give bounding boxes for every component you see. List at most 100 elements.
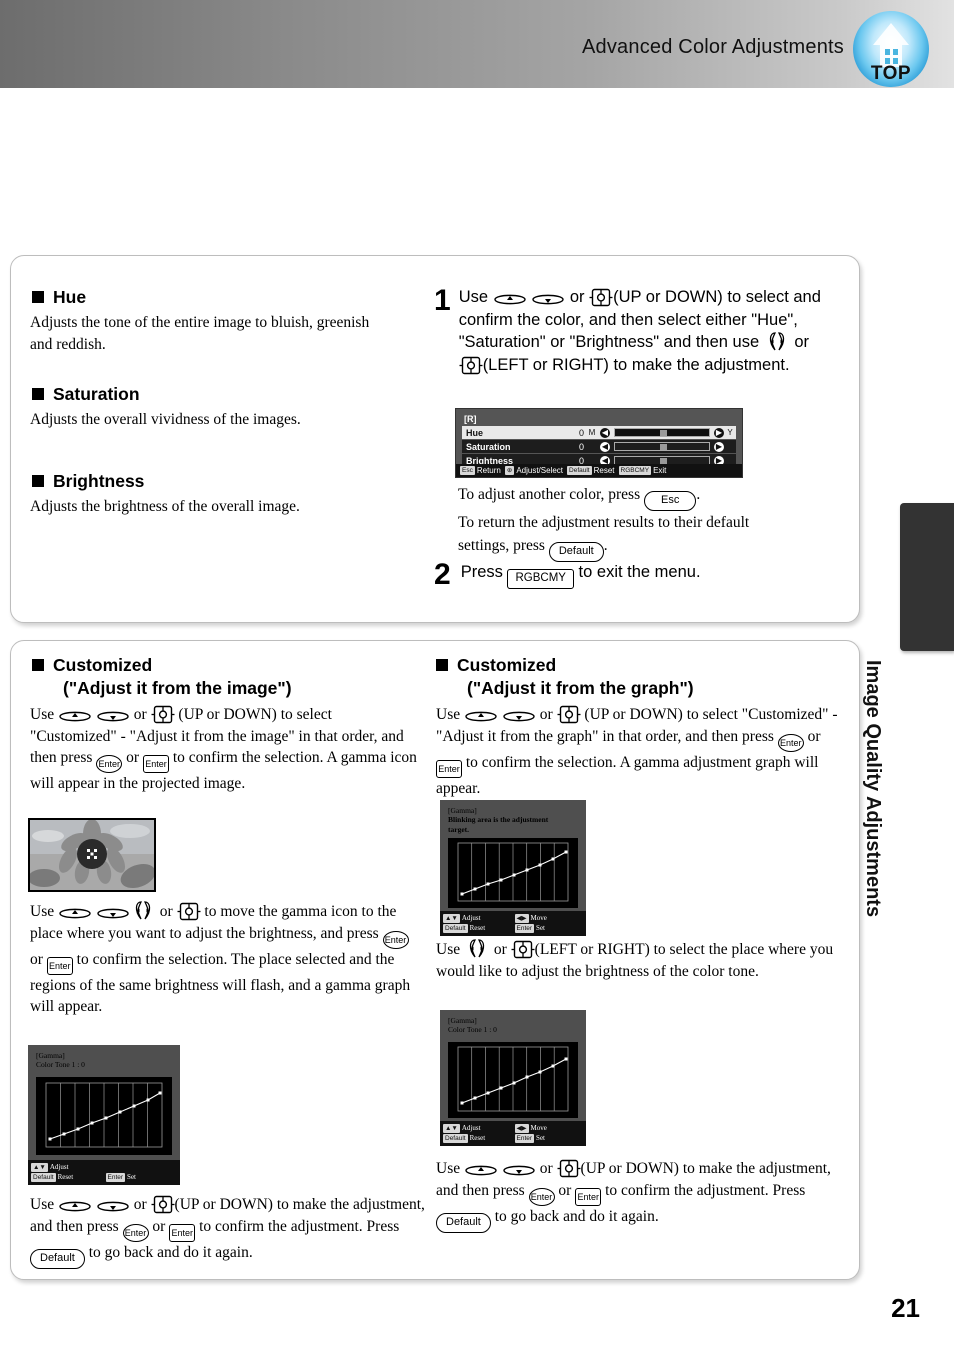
remote-up-button-icon[interactable] [493,292,527,307]
enter-projector-key-icon[interactable]: Enter [575,1187,602,1206]
projector-dpad-leftright-icon[interactable] [511,940,535,959]
gamma-status-set: Enter Set [105,1172,178,1182]
projector-dpad-updown-icon[interactable] [151,705,175,724]
gamma-curve-chart [457,842,569,902]
gamma-status-label: Adjust [49,1163,69,1172]
remote-left-right-button-icon[interactable] [764,331,790,352]
remote-up-button-icon[interactable] [58,1199,92,1214]
enter-remote-key-icon[interactable]: Enter [96,755,123,774]
projector-dpad-updown-icon[interactable] [151,1195,175,1214]
osd-status-label: Adjust/Select [516,465,564,475]
heading-line-1: Customized [53,655,153,675]
heading-line-1: Customized [457,655,557,675]
gamma-graph [448,838,578,908]
dpad-key-tag: ⊕ [504,465,515,475]
osd-row-saturation[interactable]: Saturation 0 ◀ ▶ [462,440,736,453]
square-bullet-icon [436,659,448,671]
remote-down-button-icon[interactable] [96,1199,130,1214]
section-heading-brightness: Brightness [32,470,144,493]
top-badge[interactable]: TOP [853,11,929,87]
osd-status-bar: Esc Return ⊕ Adjust/Select Default Reset… [456,463,742,477]
page-title: Advanced Color Adjustments [581,36,844,58]
remote-left-right-button-icon[interactable] [130,900,156,921]
gamma-status-label: Set [127,1173,136,1182]
gamma-title-line-1: [Gamma] [448,1016,477,1025]
osd-status-reset: Default Reset [567,465,615,475]
p2-d: or [30,950,43,968]
g1-e: to confirm the selection. [465,753,617,771]
osd-status-label: Return [476,465,501,475]
heading-block: Customized ("Adjust it from the image") [53,654,292,701]
remote-down-button-icon[interactable] [96,709,130,724]
default-key-button[interactable]: Default [30,1248,85,1269]
updown-key-tag: ▲▼ [31,1162,48,1172]
gamma-status-row-1: ▲▼ Adjust ◀▶ Move [443,1123,583,1133]
osd-slider-knob[interactable] [660,444,668,450]
gamma-status-adjust: ▲▼ Adjust [31,1162,105,1172]
p3-f: to go back and do it again. [88,1243,253,1261]
projector-dpad-leftright-icon[interactable] [459,356,483,375]
g2-b: or [493,941,507,958]
default-key-button[interactable]: Default [436,1212,491,1233]
osd-row-marker-right: Y [727,428,733,437]
step-1-t2: or [569,288,585,306]
osd-arrow-left-icon[interactable]: ◀ [600,441,610,452]
osd-slider-saturation[interactable] [614,442,710,451]
enter-remote-key-icon[interactable]: Enter [382,930,409,949]
gamma-status-label: Adjust [461,1124,481,1133]
remote-down-button-icon[interactable] [502,1163,536,1178]
osd-slider-knob[interactable] [660,430,668,436]
osd-slider-hue[interactable] [614,428,710,437]
enter-projector-key-icon[interactable]: Enter [436,759,462,778]
remote-up-button-icon[interactable] [58,709,92,724]
projector-dpad-updown-icon[interactable] [589,288,613,307]
enter-remote-key-icon[interactable]: Enter [777,733,804,752]
remote-up-button-icon[interactable] [464,709,498,724]
osd-arrow-left-icon[interactable]: ◀ [600,427,610,438]
section-body-brightness: Adjusts the brightness of the overall im… [30,498,300,515]
g1-a: Use [436,706,461,723]
enter-remote-key-icon[interactable]: Enter [122,1223,149,1242]
gamma-curve-chart [457,1046,569,1112]
gamma-status-label: Reset [57,1173,74,1182]
enter-projector-key-icon[interactable]: Enter [46,956,73,975]
enter-projector-key-icon[interactable]: Enter [142,755,169,774]
gamma-status-row-1: ▲▼ Adjust ◀▶ Move [443,913,583,923]
projector-dpad-updown-icon[interactable] [557,1159,581,1178]
esc-key-button[interactable]: Esc [643,491,697,511]
gamma-title-line-1: [Gamma] [448,806,477,815]
osd-rgbcmy-menu: [R] Hue 0 M ◀ ▶ Y Saturation 0 ◀ ▶ Brigh… [455,408,743,478]
chapter-label: Image Quality Adjustments [862,660,884,918]
gamma-status-reset: Default Reset [31,1172,103,1182]
gamma-status-bar: ▲▼ Adjust Default Reset Enter Set [28,1159,180,1185]
remote-down-button-icon[interactable] [502,709,536,724]
chapter-tab[interactable] [900,503,954,651]
p3-e: to confirm the adjustment. Press [199,1217,400,1235]
osd-status-adjust: ⊕ Adjust/Select [504,465,564,475]
gamma-status-label: Set [536,924,545,933]
remote-down-button-icon[interactable] [96,906,130,921]
enter-projector-key-icon[interactable]: Enter [169,1223,196,1242]
osd-arrow-right-icon[interactable]: ▶ [714,441,724,452]
remote-down-button-icon[interactable] [531,292,565,307]
osd-arrow-right-icon[interactable]: ▶ [714,427,724,438]
gamma-title-line-2: Blinking area is the adjustment [448,815,549,825]
projector-dpad-icon[interactable] [177,902,201,921]
remote-up-button-icon[interactable] [58,906,92,921]
remote-up-button-icon[interactable] [464,1163,498,1178]
gamma-status-label: Reset [469,1134,486,1143]
rgbcmy-key-button[interactable]: RGBCMY [507,568,574,590]
remote-left-right-button-icon[interactable] [464,938,490,959]
heading-label: Brightness [53,471,145,491]
enter-remote-key-icon[interactable]: Enter [528,1187,555,1206]
gamma-status-set: Enter Set [514,923,584,933]
default-key-button[interactable]: Default [548,541,604,562]
section-body-hue: Adjusts the tone of the entire image to … [30,314,370,353]
osd-row-hue[interactable]: Hue 0 M ◀ ▶ Y [462,426,736,439]
p2-b: or [159,903,173,920]
customized-image-paragraph-3: Use or (UP or DOWN) to make the adjustme… [30,1194,425,1269]
step-1-t1: Use [458,288,489,306]
gamma-title: [Gamma] Color Tone 1 : 0 [440,1010,586,1035]
projector-dpad-updown-icon[interactable] [557,705,581,724]
gamma-title-line-1: [Gamma] [36,1051,65,1060]
